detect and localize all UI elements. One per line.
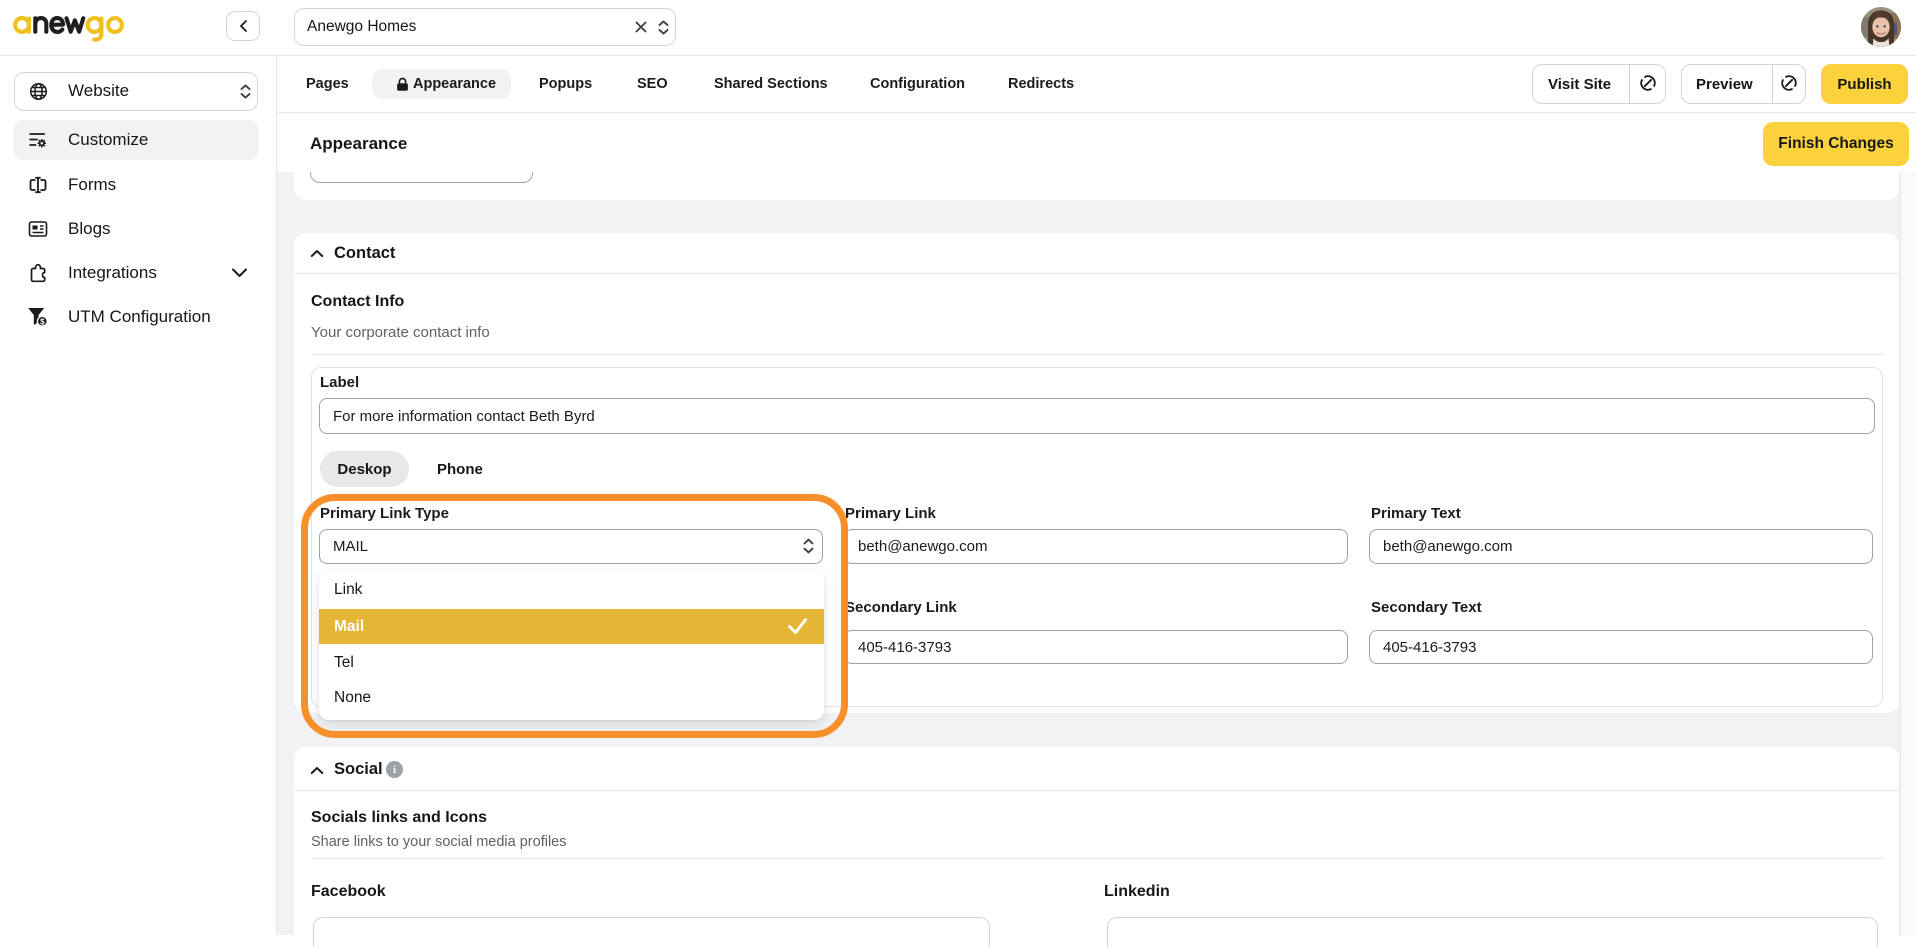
svg-text:$: $ [40,318,45,327]
